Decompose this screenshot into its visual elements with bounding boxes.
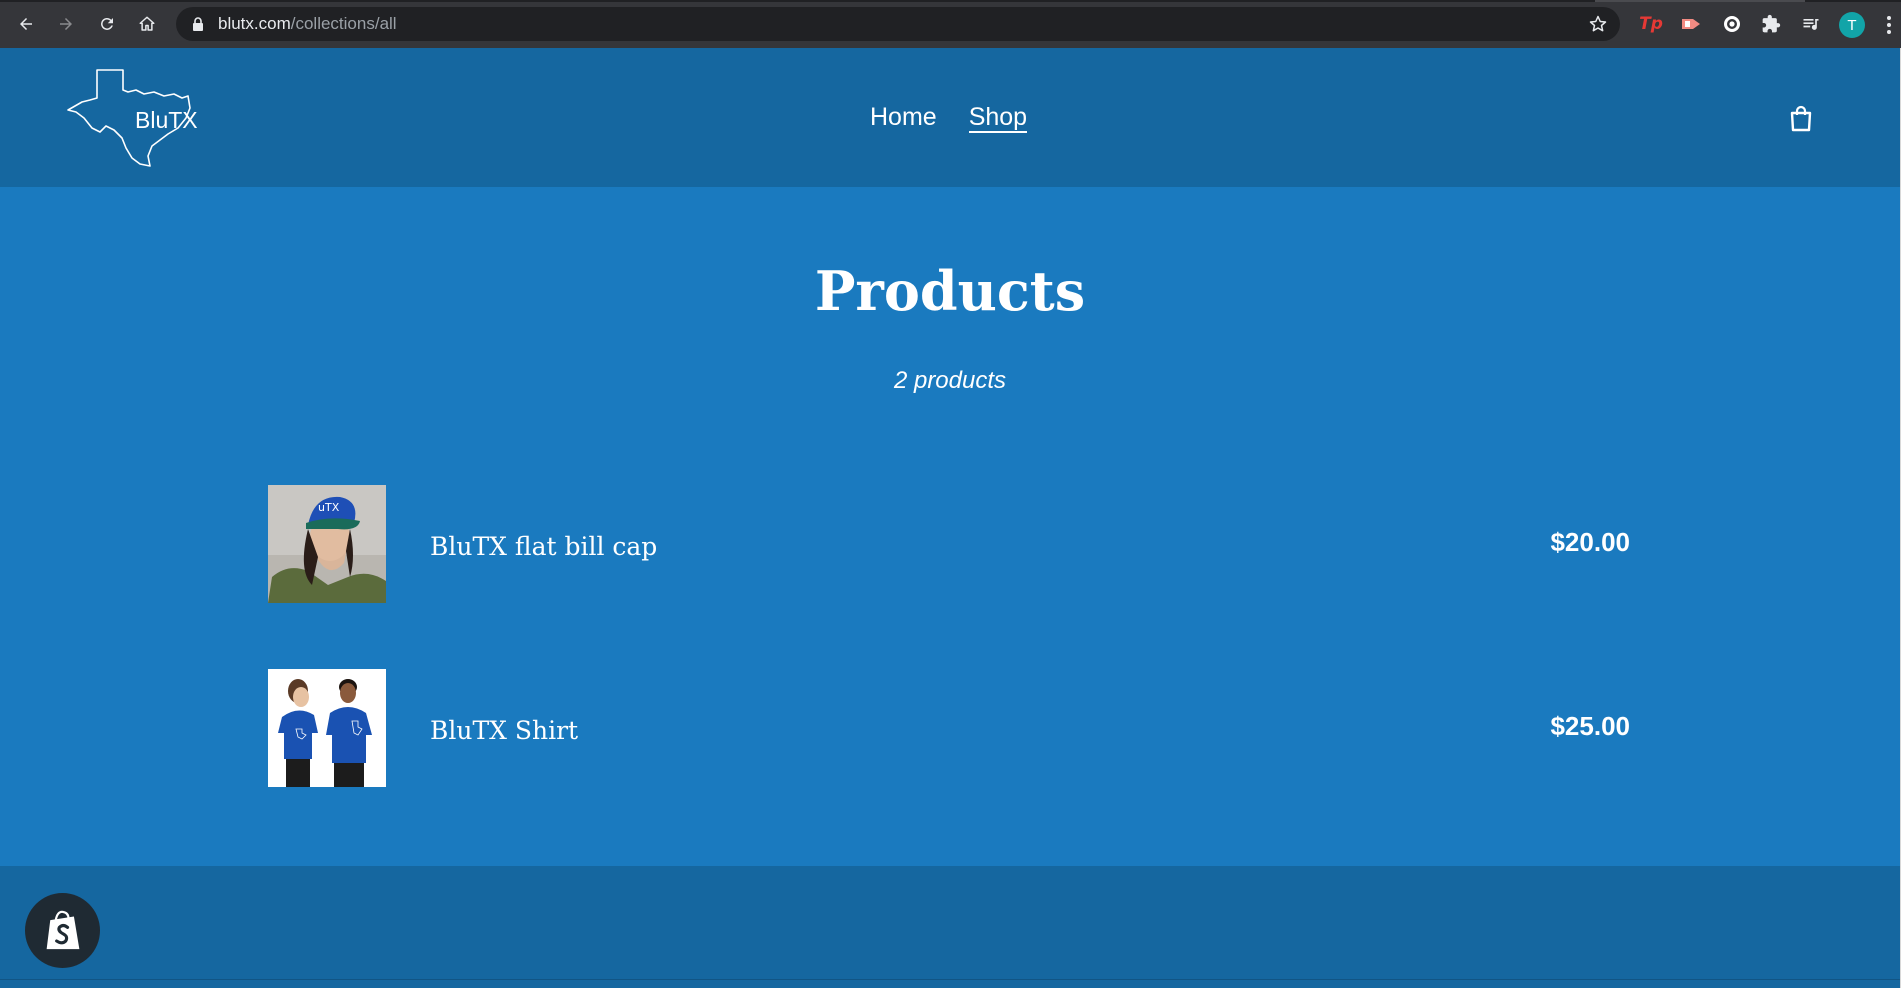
browser-menu-icon[interactable]: [1884, 14, 1894, 36]
tab-indicator: [1595, 0, 1805, 2]
product-price: $20.00: [1550, 527, 1630, 557]
main-nav: Home Shop: [870, 103, 1028, 133]
footer-divider: [0, 979, 1900, 980]
home-icon[interactable]: [135, 12, 159, 36]
product-name[interactable]: BluTX Shirt: [430, 716, 578, 745]
nav-home-link[interactable]: Home: [870, 103, 937, 133]
profile-avatar[interactable]: T: [1839, 12, 1865, 38]
product-row[interactable]: uTX BluTX flat bill cap $20.00: [268, 485, 1630, 603]
site-footer: [0, 866, 1900, 988]
product-name[interactable]: BluTX flat bill cap: [430, 532, 657, 561]
logo-text: BluTX: [135, 107, 198, 133]
lock-icon: [190, 16, 206, 32]
circle-extension-icon[interactable]: [1721, 13, 1743, 35]
url-host: blutx.com: [218, 14, 291, 33]
tp-extension-icon[interactable]: Tp: [1639, 13, 1663, 35]
cart-bag-icon[interactable]: [1788, 104, 1814, 132]
forward-icon[interactable]: [54, 12, 78, 36]
product-row[interactable]: BluTX Shirt $25.00: [268, 669, 1630, 787]
nav-shop-link[interactable]: Shop: [968, 103, 1028, 133]
browser-toolbar: blutx.com/collections/all Tp T: [0, 0, 1901, 48]
back-icon[interactable]: [14, 12, 38, 36]
page-title: Products: [814, 259, 1086, 323]
profile-initial: T: [1847, 16, 1857, 34]
media-queue-icon[interactable]: [1800, 13, 1822, 35]
svg-text:uTX: uTX: [318, 501, 340, 514]
url-path: /collections/all: [290, 14, 397, 33]
product-count: 2 products: [893, 367, 1007, 394]
url-text: blutx.com/collections/all: [218, 15, 397, 33]
cap-product-image[interactable]: uTX: [268, 485, 386, 603]
shopify-bag-icon[interactable]: [25, 893, 100, 968]
reload-icon[interactable]: [95, 12, 119, 36]
site-header: BluTX Home Shop: [0, 48, 1900, 187]
shirt-product-image[interactable]: [268, 669, 386, 787]
collection-main: Products 2 products uTX BluTX flat bill …: [0, 187, 1900, 866]
recorder-extension-icon[interactable]: [1680, 13, 1702, 35]
product-price: $25.00: [1550, 711, 1630, 741]
address-bar[interactable]: blutx.com/collections/all: [176, 7, 1620, 41]
bookmark-star-icon[interactable]: [1588, 14, 1608, 34]
extensions-puzzle-icon[interactable]: [1760, 13, 1782, 35]
tp-extension-label: Tp: [1639, 14, 1663, 34]
